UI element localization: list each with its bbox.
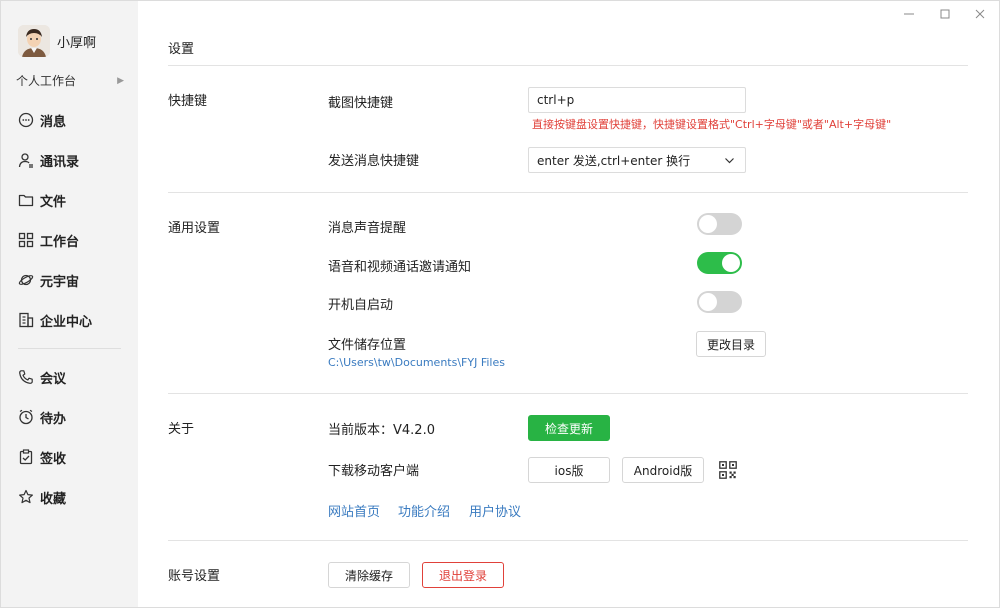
chevron-down-icon [724,155,735,169]
sidebar-item-label: 签收 [40,451,67,467]
sidebar-divider [18,348,121,349]
sidebar: 小厚啊 个人工作台 ▶ 消息 通讯录 文件 工作台 元宇宙 企业中心 会议 待办… [1,1,138,607]
sidebar-item-enterprise[interactable]: 企业中心 [18,308,92,332]
sidebar-item-messages[interactable]: 消息 [18,108,66,132]
shortcut-hint: 直接按键盘设置快捷键，快捷键设置格式"Ctrl+字母键"或者"Alt+字母键" [532,118,892,131]
section-account-title: 账号设置 [168,569,221,584]
screenshot-shortcut-value: ctrl+p [537,93,575,107]
sidebar-item-label: 工作台 [40,234,80,250]
version-label: 当前版本：V4.2.0 [328,423,435,438]
clipboard-check-icon [18,449,34,465]
planet-icon [18,272,34,288]
user-name: 小厚啊 [57,35,97,51]
screenshot-shortcut-label: 截图快捷键 [328,96,394,111]
divider [168,192,968,193]
link-website-home[interactable]: 网站首页 [328,501,380,520]
send-shortcut-value: enter 发送,ctrl+enter 换行 [537,153,691,168]
call-notify-toggle[interactable] [697,252,742,274]
folder-icon [18,192,34,208]
section-general-title: 通用设置 [168,221,221,236]
sidebar-item-files[interactable]: 文件 [18,188,66,212]
page-title: 设置 [168,42,195,57]
sidebar-item-contacts[interactable]: 通讯录 [18,148,79,172]
chevron-right-icon: ▶ [117,75,124,86]
grid-icon [18,232,34,248]
link-user-agreement[interactable]: 用户协议 [469,501,521,520]
settings-panel: 设置 快捷键 截图快捷键 ctrl+p 直接按键盘设置快捷键，快捷键设置格式"C… [138,1,1000,607]
ios-download-button[interactable]: ios版 [528,457,610,483]
star-icon [18,489,34,505]
qr-code-icon[interactable] [719,461,737,479]
sidebar-item-workbench[interactable]: 工作台 [18,228,79,252]
clear-cache-button[interactable]: 清除缓存 [328,562,410,588]
sound-alert-label: 消息声音提醒 [328,221,407,236]
sidebar-item-label: 企业中心 [40,314,93,330]
divider [168,540,968,541]
sidebar-item-label: 待办 [40,411,67,427]
user-profile[interactable]: 小厚啊 [18,25,96,57]
call-notify-label: 语音和视频通话邀请通知 [328,260,472,275]
storage-location-label: 文件储存位置 [328,338,407,353]
download-mobile-label: 下载移动客户端 [328,464,420,479]
sidebar-item-label: 通讯录 [40,154,80,170]
check-update-button[interactable]: 检查更新 [528,415,610,441]
send-shortcut-select[interactable]: enter 发送,ctrl+enter 换行 [528,147,746,173]
sidebar-item-label: 会议 [40,371,67,387]
sidebar-item-signoff[interactable]: 签收 [18,445,66,469]
app-window: 小厚啊 个人工作台 ▶ 消息 通讯录 文件 工作台 元宇宙 企业中心 会议 待办… [0,0,1000,608]
sidebar-item-label: 消息 [40,114,67,130]
logout-button[interactable]: 退出登录 [422,562,504,588]
autostart-toggle[interactable] [697,291,742,313]
sidebar-item-metaverse[interactable]: 元宇宙 [18,268,79,292]
sidebar-item-label: 文件 [40,194,67,210]
sound-alert-toggle[interactable] [697,213,742,235]
screenshot-shortcut-input[interactable]: ctrl+p [528,87,746,113]
phone-icon [18,369,34,385]
change-directory-button[interactable]: 更改目录 [696,331,766,357]
building-icon [18,312,34,328]
section-shortcuts-title: 快捷键 [168,94,208,109]
workspace-label: 个人工作台 [16,74,77,88]
link-features[interactable]: 功能介绍 [398,501,450,520]
workspace-switcher[interactable]: 个人工作台 ▶ [16,72,124,89]
sidebar-item-favorites[interactable]: 收藏 [18,485,66,509]
sidebar-item-meeting[interactable]: 会议 [18,365,66,389]
avatar[interactable] [18,25,50,57]
clock-icon [18,409,34,425]
android-download-button[interactable]: Android版 [622,457,704,483]
send-shortcut-label: 发送消息快捷键 [328,154,420,169]
sidebar-item-todo[interactable]: 待办 [18,405,66,429]
sidebar-item-label: 元宇宙 [40,274,80,290]
section-about-title: 关于 [168,422,195,437]
divider [168,65,968,66]
autostart-label: 开机自启动 [328,298,394,313]
contacts-icon [18,152,34,168]
chat-bubble-icon [18,112,34,128]
storage-path[interactable]: C:\Users\tw\Documents\FYJ Files [328,356,505,369]
divider [168,393,968,394]
sidebar-item-label: 收藏 [40,491,67,507]
